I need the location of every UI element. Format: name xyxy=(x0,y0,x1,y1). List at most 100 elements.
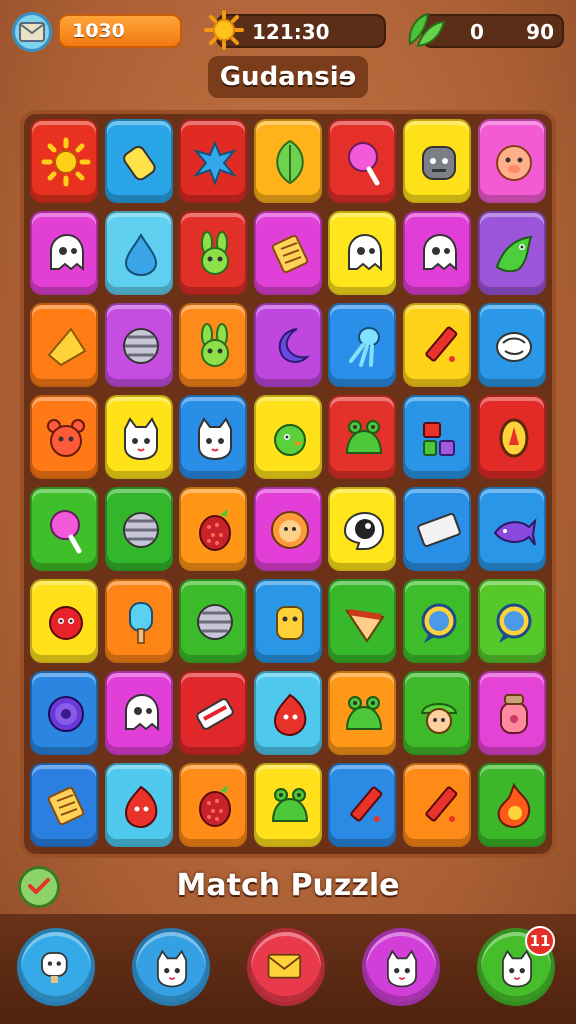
board-tile[interactable] xyxy=(30,303,98,387)
board-tile[interactable] xyxy=(30,119,98,203)
board-tile[interactable] xyxy=(328,487,397,571)
board-tile[interactable] xyxy=(253,303,322,387)
board-tile[interactable] xyxy=(328,579,397,663)
bird-icon xyxy=(273,424,306,456)
candy-icon xyxy=(196,698,234,730)
board-tile[interactable] xyxy=(328,395,397,479)
frog-icon xyxy=(346,696,383,730)
bubble-icon xyxy=(496,603,532,643)
blob-icon xyxy=(124,785,157,829)
board-tile[interactable] xyxy=(30,671,98,755)
nav-button-2[interactable] xyxy=(132,928,210,1006)
board-tile[interactable] xyxy=(179,487,248,571)
board-tile[interactable] xyxy=(253,671,322,755)
timer-value: 121:30 xyxy=(252,20,330,44)
board-tile[interactable] xyxy=(477,487,546,571)
pizza-icon xyxy=(345,609,386,643)
frog-icon xyxy=(346,420,383,454)
board-tile[interactable] xyxy=(328,303,397,387)
bomb-icon xyxy=(344,511,385,550)
board-tile[interactable] xyxy=(403,395,471,479)
board-tile[interactable] xyxy=(104,395,173,479)
board-tile[interactable] xyxy=(403,487,471,571)
board-tile[interactable] xyxy=(328,671,397,755)
level-title: Gudansiɘ xyxy=(208,56,368,98)
ghost-icon xyxy=(124,693,159,732)
board-tile[interactable] xyxy=(253,763,322,847)
board-tile[interactable] xyxy=(403,763,471,847)
board-tile[interactable] xyxy=(179,119,248,203)
board-tile[interactable] xyxy=(253,395,322,479)
top-hud: 1030 121:30 0 90 xyxy=(0,8,576,54)
board-tile[interactable] xyxy=(104,211,173,295)
hat-icon xyxy=(420,703,458,734)
game-board xyxy=(20,110,556,858)
board-tile[interactable] xyxy=(104,763,173,847)
pinecone-icon xyxy=(199,785,232,827)
board-tile[interactable] xyxy=(30,763,98,847)
nav-button-1[interactable] xyxy=(17,928,95,1006)
board-tile[interactable] xyxy=(30,579,98,663)
pencil-icon xyxy=(425,326,458,362)
board-tile[interactable] xyxy=(253,579,322,663)
bunny-icon xyxy=(201,231,230,275)
board-tile[interactable] xyxy=(253,487,322,571)
board-tile[interactable] xyxy=(179,671,248,755)
board-tile[interactable] xyxy=(477,395,546,479)
board-tile[interactable] xyxy=(328,119,397,203)
board-tile[interactable] xyxy=(179,395,248,479)
nav-button-3[interactable] xyxy=(247,928,325,1006)
board-tile[interactable] xyxy=(104,303,173,387)
board-tile[interactable] xyxy=(477,211,546,295)
board-tile[interactable] xyxy=(328,763,397,847)
notification-badge: 11 xyxy=(525,926,555,956)
coins-counter: 1030 xyxy=(58,14,182,48)
board-tile[interactable] xyxy=(179,211,248,295)
cat-icon xyxy=(123,417,158,461)
pinecone-icon xyxy=(199,509,232,551)
mail-button[interactable] xyxy=(12,12,52,52)
sun-icon xyxy=(41,137,91,187)
board-tile[interactable] xyxy=(104,487,173,571)
board-tile[interactable] xyxy=(477,579,546,663)
board-tile[interactable] xyxy=(403,303,471,387)
character-icon xyxy=(41,952,68,983)
board-tile[interactable] xyxy=(403,119,471,203)
board-tile[interactable] xyxy=(179,579,248,663)
cat-icon xyxy=(157,949,187,988)
cat-icon xyxy=(387,949,417,988)
nav-button-5[interactable]: 11 xyxy=(477,926,555,1006)
board-tile[interactable] xyxy=(477,119,546,203)
board-tile[interactable] xyxy=(104,119,173,203)
board-tile[interactable] xyxy=(403,579,471,663)
board-tile[interactable] xyxy=(253,119,322,203)
bunny-icon xyxy=(201,323,230,367)
fuzzball-icon xyxy=(49,606,83,640)
board-tile[interactable] xyxy=(104,579,173,663)
lives-max: 90 xyxy=(526,20,554,44)
board-tile[interactable] xyxy=(328,211,397,295)
board-tile[interactable] xyxy=(253,211,322,295)
leaf-icon xyxy=(276,139,304,185)
envelope-icon xyxy=(19,22,45,42)
board-tile[interactable] xyxy=(104,671,173,755)
board-tile[interactable] xyxy=(477,671,546,755)
squid-icon xyxy=(349,327,381,367)
scroll-icon xyxy=(271,234,308,274)
pencil-icon xyxy=(350,786,383,822)
board-tile[interactable] xyxy=(403,671,471,755)
board-tile[interactable] xyxy=(30,395,98,479)
board-tile[interactable] xyxy=(30,487,98,571)
board-tile[interactable] xyxy=(403,211,471,295)
board-tile[interactable] xyxy=(179,303,248,387)
board-tile[interactable] xyxy=(179,763,248,847)
dog-icon xyxy=(275,606,304,640)
ball-icon xyxy=(122,328,159,364)
board-tile[interactable] xyxy=(30,211,98,295)
frog-icon xyxy=(271,788,308,822)
ghost-icon xyxy=(423,233,457,272)
nav-button-4[interactable] xyxy=(362,928,440,1006)
board-tile[interactable] xyxy=(477,763,546,847)
drop-icon xyxy=(124,233,157,277)
board-tile[interactable] xyxy=(477,303,546,387)
